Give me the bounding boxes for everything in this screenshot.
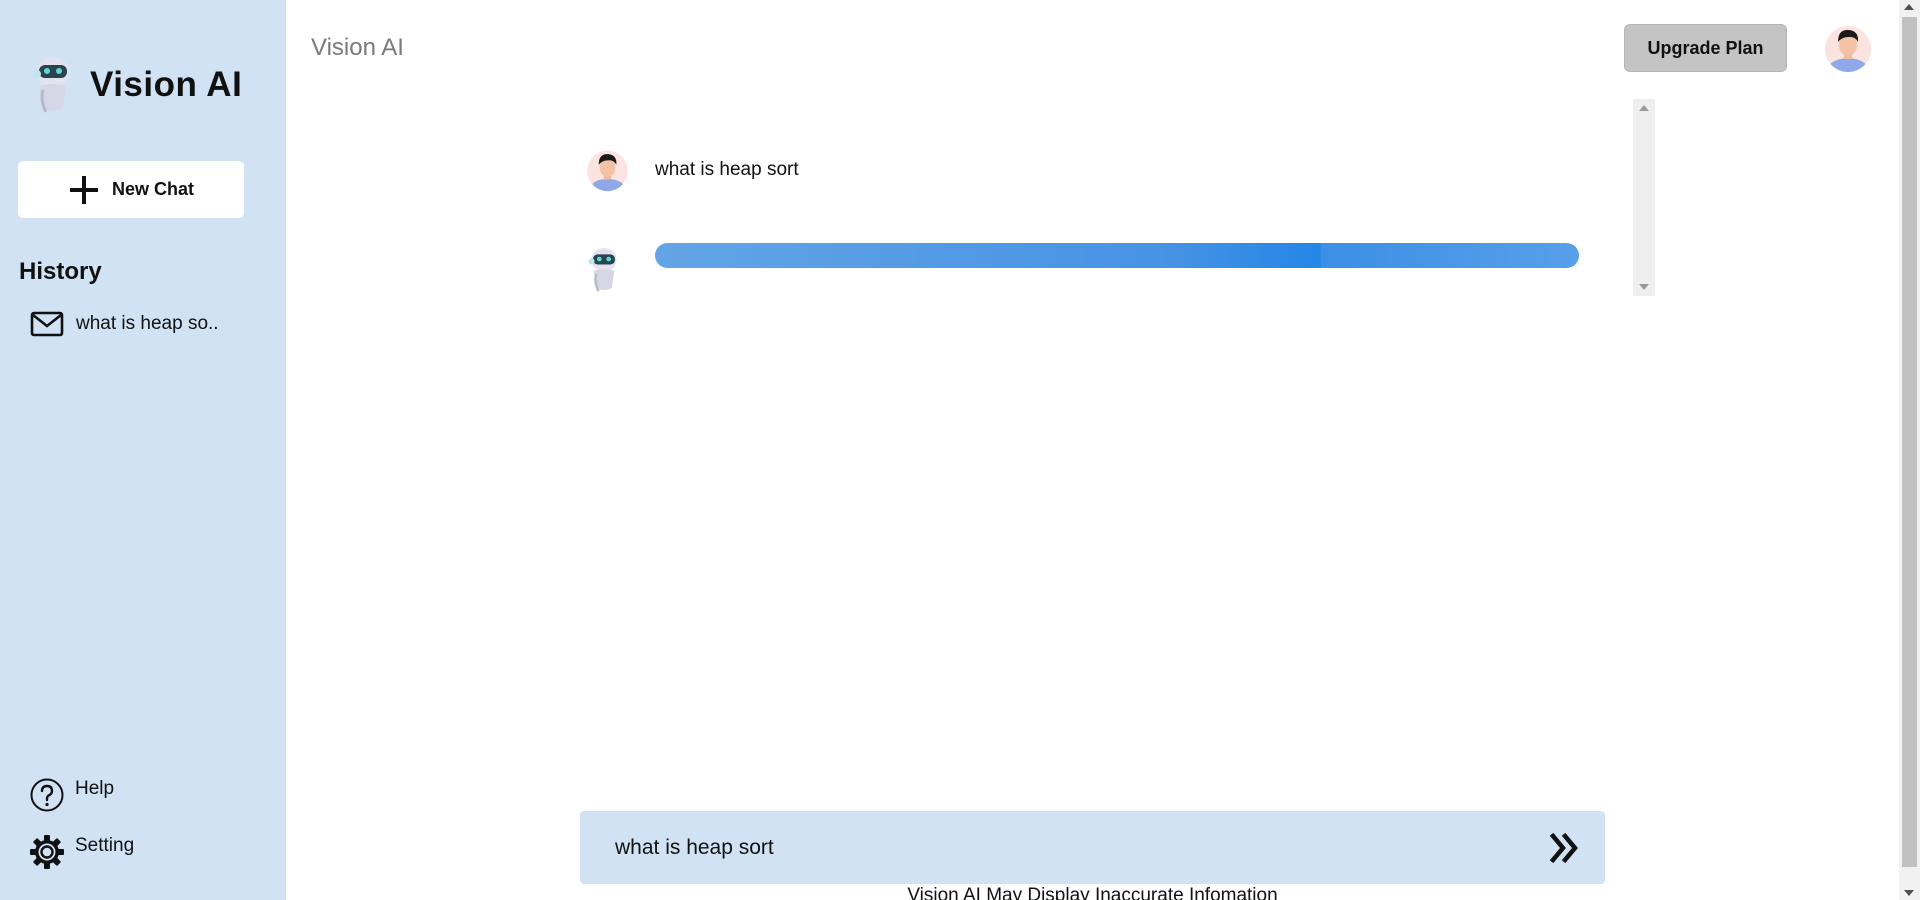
user-avatar[interactable] (1824, 23, 1872, 73)
prompt-bar (580, 811, 1605, 884)
page-scroll-thumb[interactable] (1902, 17, 1917, 867)
help-link[interactable]: Help (29, 777, 114, 813)
scroll-down-icon[interactable] (1639, 284, 1649, 290)
robot-icon (588, 248, 617, 292)
disclaimer-text: Vision AI May Display Inaccurate Infomat… (907, 885, 1278, 900)
brand-name: Vision AI (90, 65, 243, 104)
user-avatar-icon (587, 150, 628, 192)
new-chat-button[interactable]: New Chat (18, 161, 244, 218)
page-scroll-up-icon[interactable] (1904, 4, 1914, 10)
upgrade-plan-button[interactable]: Upgrade Plan (1624, 24, 1787, 72)
loading-bar (655, 243, 1579, 268)
prompt-input[interactable] (615, 811, 1515, 884)
scroll-up-icon[interactable] (1639, 105, 1649, 111)
help-label: Help (75, 778, 115, 799)
history-item-label: what is heap so.. (76, 313, 219, 334)
history-item[interactable]: what is heap so.. (30, 310, 219, 338)
plus-icon (69, 175, 98, 204)
page-scrollbar[interactable] (1899, 0, 1920, 900)
user-message-text: what is heap sort (655, 159, 799, 180)
history-heading: History (19, 258, 102, 285)
new-chat-label: New Chat (111, 179, 194, 199)
page-title: Vision AI (311, 34, 404, 61)
robot-logo-icon (33, 57, 69, 113)
user-message: what is heap sort (586, 148, 799, 192)
setting-link[interactable]: Setting (29, 834, 134, 870)
send-icon[interactable] (1549, 830, 1585, 866)
page-scroll-down-icon[interactable] (1904, 890, 1914, 896)
chat-scrollbar[interactable] (1633, 99, 1655, 296)
assistant-message (586, 244, 622, 301)
help-icon (30, 778, 64, 812)
mail-icon (30, 311, 64, 337)
gear-icon (30, 835, 64, 869)
sidebar: Vision AI New Chat History what is heap … (0, 0, 286, 900)
brand[interactable]: Vision AI (30, 56, 242, 114)
setting-label: Setting (75, 835, 135, 856)
